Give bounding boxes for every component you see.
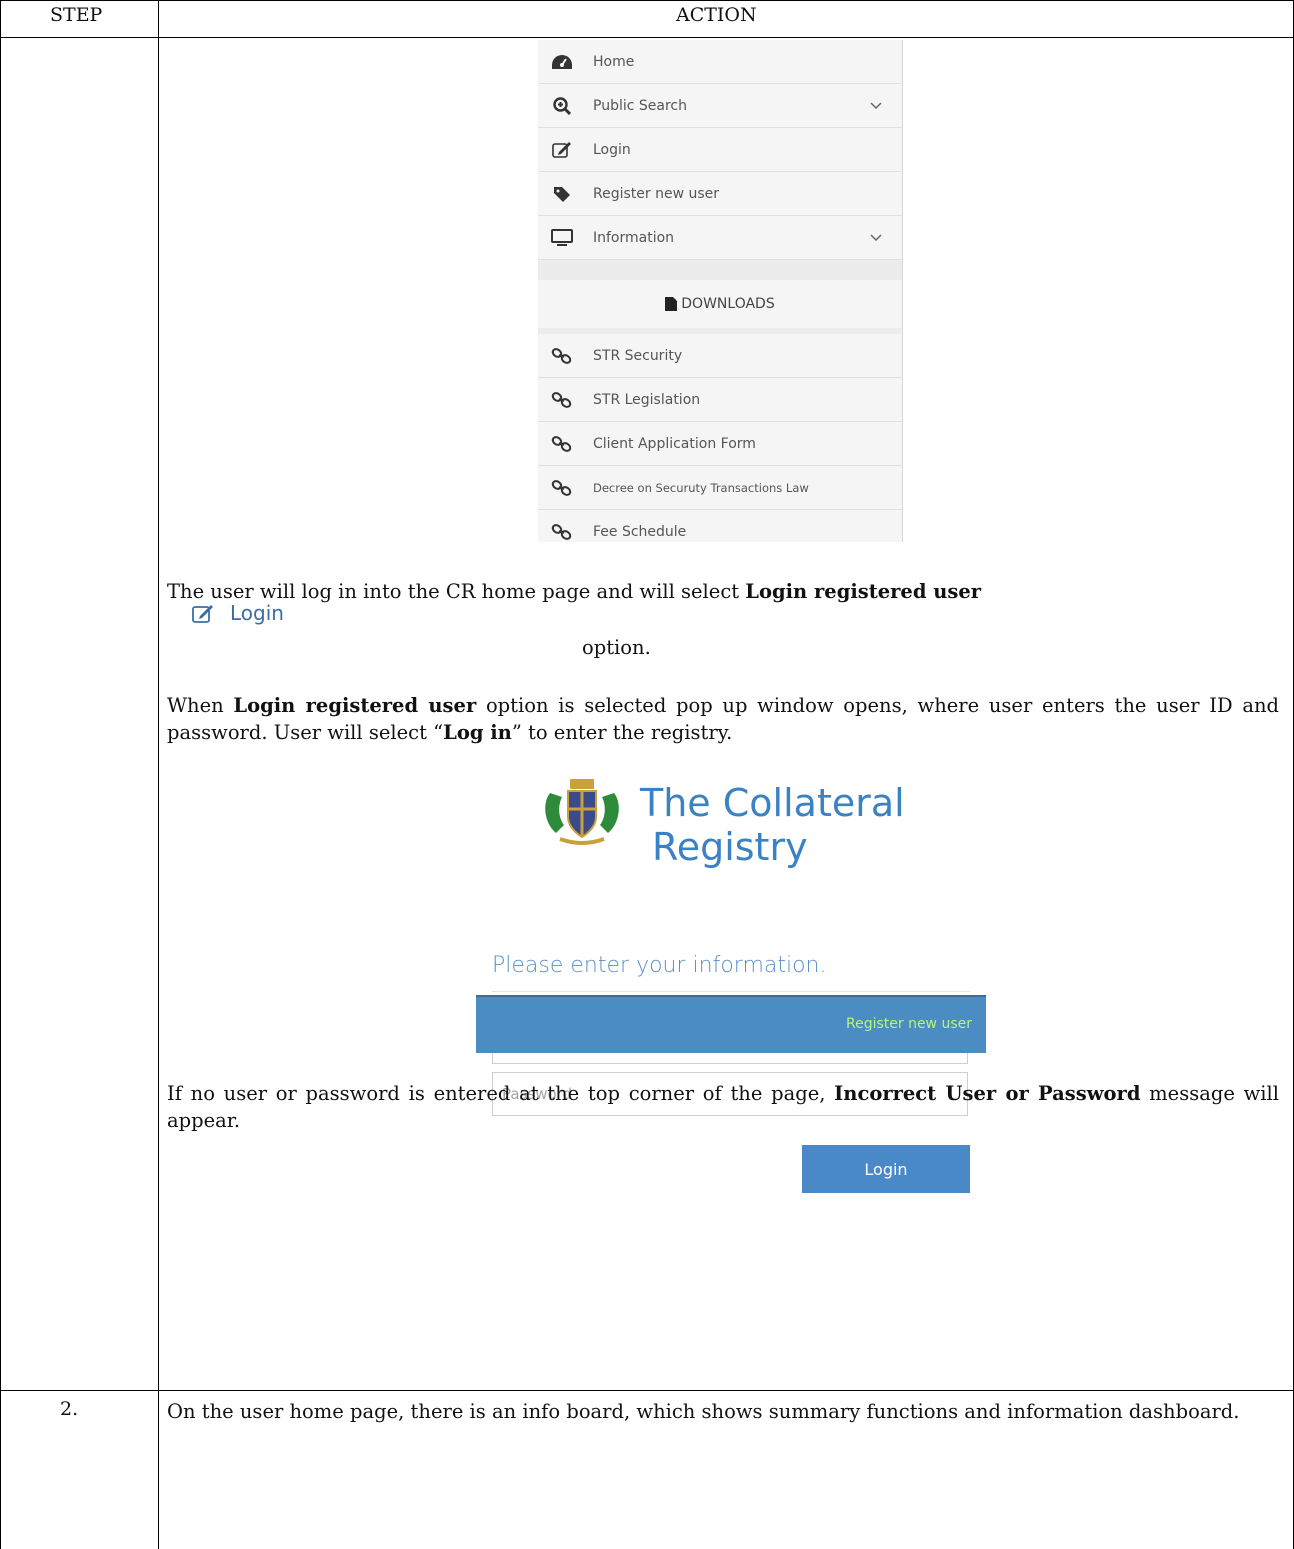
downloads-label: DOWNLOADS [681,296,775,312]
step2-paragraph: On the user home page, there is an info … [167,1400,1240,1423]
search-plus-icon [551,96,573,115]
step-number-2: 2. [60,1398,79,1420]
header-step: STEP [50,4,103,26]
coat-of-arms-logo [540,773,624,853]
login-prompt: Please enter your information. [492,953,827,978]
table-top-border [0,0,1294,1]
register-new-user-link[interactable]: Register new user [846,1016,972,1032]
menu-item-label: Register new user [593,185,720,202]
menu-item-label: Public Search [593,97,687,114]
menu-item-label: Information [593,229,675,246]
registry-title: The Collateral Registry [640,781,905,869]
tag-icon [551,185,573,203]
file-icon [665,297,678,311]
register-bar: Register new user [476,995,986,1053]
login-button[interactable]: Login [802,1145,970,1193]
chevron-down-icon [870,230,884,246]
title-line-2: Registry [652,825,808,869]
chevron-down-icon [870,98,884,114]
menu-item-label: Login [593,141,631,158]
menu-item-home[interactable]: Home [538,40,902,84]
emphasis-text: Incorrect User or Password [834,1082,1141,1105]
paragraph-text: If no user or password is entered at the… [167,1082,835,1105]
menu-item-register[interactable]: Register new user [538,172,902,216]
menu-item-information[interactable]: Information [538,216,902,260]
desktop-icon [551,228,573,247]
document-page: STEP ACTION Home Public Search Login Reg… [0,0,1294,1549]
downloads-header: DOWNLOADS [538,280,902,329]
header-row-divider [0,37,1294,38]
divider [492,991,970,992]
step1-paragraph-3: If no user or password is entered at the… [167,1080,1279,1134]
dashboard-icon [551,53,573,71]
menu-item-login[interactable]: Login [538,128,902,172]
title-line-1: The Collateral [640,781,905,825]
menu-item-public-search[interactable]: Public Search [538,84,902,128]
edit-icon [551,141,573,159]
header-action: ACTION [676,4,757,26]
row-divider [0,1390,1294,1391]
menu-spacer [538,260,902,280]
menu-item-label: Home [593,53,635,70]
